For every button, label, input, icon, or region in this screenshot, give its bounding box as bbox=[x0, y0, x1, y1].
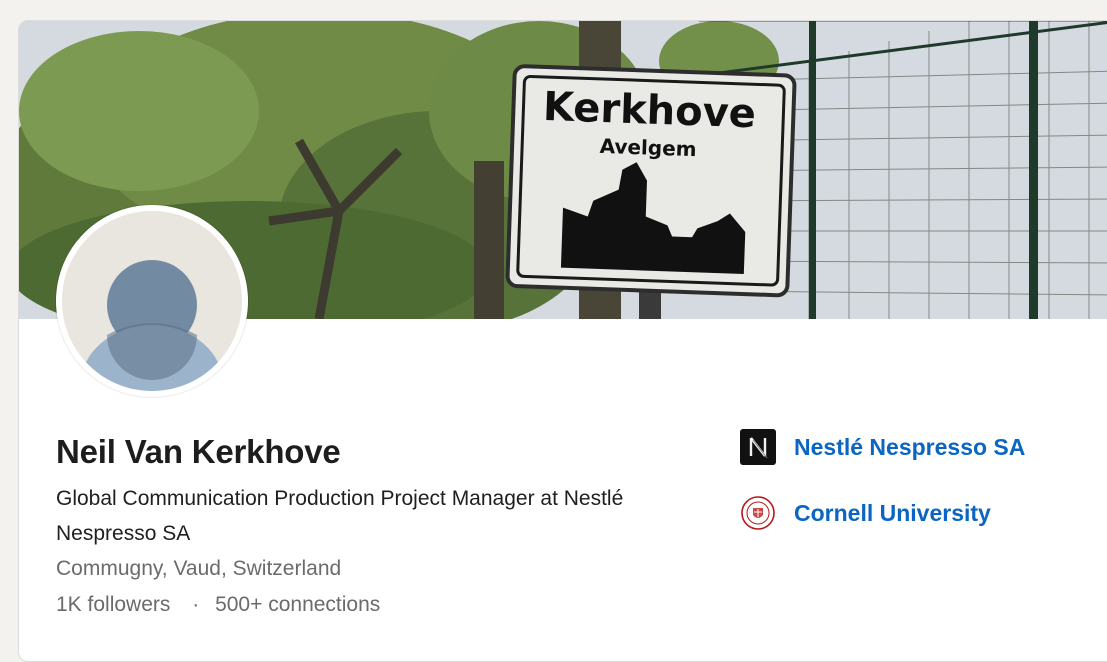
current-company-name: Nestlé Nespresso SA bbox=[794, 433, 1026, 460]
sign-title-text: Kerkhove bbox=[542, 84, 756, 137]
profile-card: Kerkhove Avelgem Neil Van Kerkhove Globa… bbox=[18, 20, 1107, 662]
stats-separator: · bbox=[192, 593, 200, 616]
connections-count[interactable]: 500+ connections bbox=[215, 593, 380, 616]
education-name: Cornell University bbox=[794, 499, 991, 526]
profile-photo[interactable] bbox=[56, 205, 248, 397]
current-company-link[interactable]: Nestlé Nespresso SA bbox=[740, 429, 1025, 465]
default-avatar-icon bbox=[62, 211, 242, 391]
profile-location: Commugny, Vaud, Switzerland bbox=[56, 557, 342, 580]
profile-name: Neil Van Kerkhove bbox=[56, 433, 341, 470]
cornell-seal-icon bbox=[740, 495, 776, 531]
education-link[interactable]: Cornell University bbox=[740, 495, 991, 531]
followers-count[interactable]: 1K followers bbox=[56, 593, 170, 616]
sign-subtitle-text: Avelgem bbox=[599, 134, 697, 161]
profile-headline: Global Communication Production Project … bbox=[56, 487, 624, 545]
profile-stats: 1K followers · 500+ connections bbox=[56, 593, 380, 617]
nespresso-logo-icon bbox=[740, 429, 776, 465]
